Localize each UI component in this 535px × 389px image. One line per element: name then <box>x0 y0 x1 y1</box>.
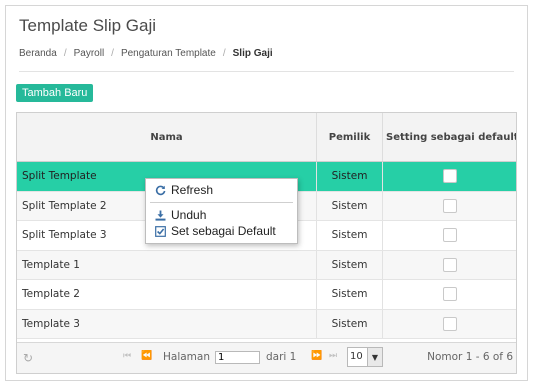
page-number-input[interactable] <box>215 351 260 364</box>
table-row[interactable]: Template 2 Sistem <box>17 280 516 310</box>
grid-header: Nama Pemilik Setting sebagai default <box>17 113 516 162</box>
default-checkbox[interactable] <box>443 316 457 331</box>
context-menu-refresh[interactable]: Refresh <box>154 183 213 197</box>
page-size-select[interactable]: 10 ▼ <box>347 347 383 367</box>
pager: ↻ ⏮ ⏪ Halaman dari 1 ⏩ ⏭ 10 ▼ Nomor 1 - … <box>17 342 516 373</box>
default-checkbox[interactable] <box>443 228 457 243</box>
breadcrumb: Beranda / Payroll / Pengaturan Template … <box>19 48 273 59</box>
cell-owner: Sistem <box>317 309 383 338</box>
context-menu: Refresh Unduh Set sebagai Default <box>145 178 298 244</box>
context-menu-download-label: Unduh <box>171 208 207 222</box>
download-icon <box>154 209 167 222</box>
default-checkbox[interactable] <box>443 169 457 184</box>
breadcrumb-separator: / <box>63 48 67 59</box>
context-menu-download[interactable]: Unduh <box>154 208 206 222</box>
page-count-label: dari 1 <box>266 351 297 363</box>
breadcrumb-separator: / <box>111 48 114 59</box>
cell-name: Template 2 <box>17 280 317 309</box>
breadcrumb-pengaturan-template[interactable]: Pengaturan Template <box>121 48 216 59</box>
cell-name: Template 1 <box>17 250 317 279</box>
cell-default <box>383 251 516 280</box>
page-size-value: 10 <box>350 351 363 362</box>
column-header-default[interactable]: Setting sebagai default <box>383 113 516 161</box>
page-title: Template Slip Gaji <box>19 16 157 35</box>
page-label: Halaman <box>163 351 210 363</box>
context-menu-set-default-label: Set sebagai Default <box>171 224 276 238</box>
cell-owner: Sistem <box>317 280 383 309</box>
chevron-down-icon: ▼ <box>367 348 382 366</box>
first-page-icon[interactable]: ⏮ <box>123 351 131 361</box>
table-row[interactable]: Template 1 Sistem <box>17 250 516 280</box>
refresh-icon <box>154 184 167 197</box>
cell-default <box>383 310 516 339</box>
cell-owner: Sistem <box>317 250 383 279</box>
cell-default <box>383 280 516 309</box>
cell-default <box>383 192 516 221</box>
refresh-icon[interactable]: ↻ <box>23 351 33 365</box>
default-checkbox[interactable] <box>443 257 457 272</box>
column-header-owner[interactable]: Pemilik <box>317 113 383 161</box>
default-checkbox[interactable] <box>443 198 457 213</box>
cell-owner: Sistem <box>317 191 383 220</box>
context-menu-set-default[interactable]: Set sebagai Default <box>154 224 276 238</box>
breadcrumb-slip-gaji: Slip Gaji <box>232 48 273 59</box>
cell-default <box>383 221 516 250</box>
cell-owner: Sistem <box>317 162 383 191</box>
prev-page-icon[interactable]: ⏪ <box>141 351 152 361</box>
table-row[interactable]: Template 3 Sistem <box>17 309 516 339</box>
context-menu-refresh-label: Refresh <box>171 183 214 197</box>
default-checkbox[interactable] <box>443 287 457 302</box>
column-header-name[interactable]: Nama <box>17 113 317 161</box>
divider <box>19 71 514 72</box>
last-page-icon[interactable]: ⏭ <box>329 351 337 361</box>
cell-owner: Sistem <box>317 221 383 250</box>
breadcrumb-separator: / <box>222 48 226 59</box>
context-menu-divider <box>150 202 293 203</box>
breadcrumb-beranda[interactable]: Beranda <box>19 48 57 59</box>
add-new-button[interactable]: Tambah Baru <box>16 84 94 102</box>
cell-default <box>383 162 516 191</box>
cell-name: Template 3 <box>17 309 317 338</box>
checkbox-checked-icon <box>154 225 167 238</box>
breadcrumb-payroll[interactable]: Payroll <box>74 48 105 59</box>
record-info: Nomor 1 - 6 of 6 <box>427 351 513 363</box>
next-page-icon[interactable]: ⏩ <box>311 351 322 361</box>
